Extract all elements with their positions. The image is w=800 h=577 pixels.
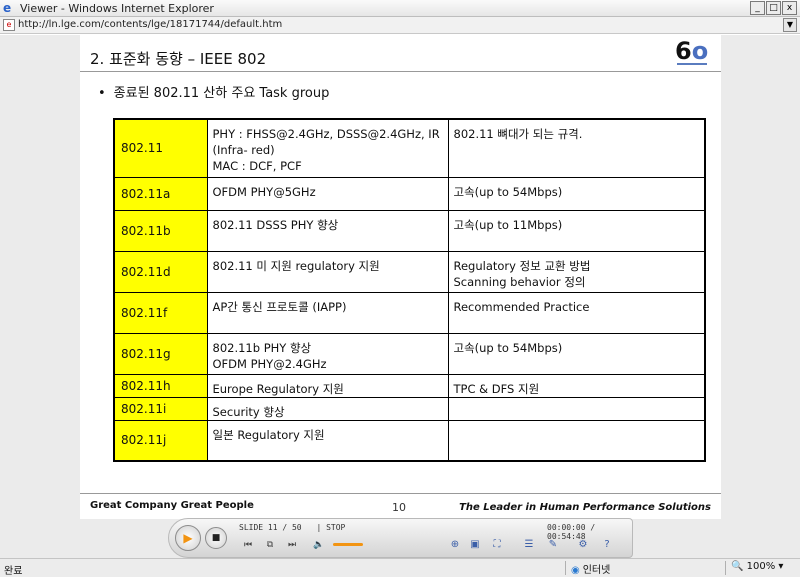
address-bar: e http://ln.lge.com/contents/lge/1817174… — [0, 17, 800, 34]
task-group-id: 802.11j — [113, 419, 208, 462]
task-group-id: 802.11a — [113, 176, 208, 211]
logo-text: 6 — [675, 37, 692, 65]
task-group-description — [447, 419, 706, 462]
bullet-icon: • — [98, 86, 106, 101]
status-bar: 완료 ◉ 인터넷 🔍 100% ▾ — [0, 558, 800, 577]
task-group-scope: PHY : FHSS@2.4GHz, DSSS@2.4GHz, IR (Infr… — [206, 118, 449, 178]
task-group-scope: 802.11 미 지원 regulatory 지원 — [206, 250, 449, 293]
address-dropdown-button[interactable]: ▼ — [783, 18, 797, 32]
maximize-button[interactable]: □ — [766, 1, 781, 15]
previous-slide-icon[interactable]: ⏮ — [239, 538, 257, 552]
window-controls: _ □ x — [750, 1, 797, 15]
task-group-description: 802.11 뼈대가 되는 규격. — [447, 118, 706, 178]
notes-icon[interactable]: ✎ — [545, 537, 561, 552]
table-row: 802.11d 802.11 미 지원 regulatory 지원 Regulato… — [113, 250, 706, 293]
page-icon: e — [3, 19, 15, 31]
player-state: | STOP — [316, 523, 346, 532]
zoom-label: 100% — [746, 561, 776, 572]
slide: 2. 표준화 동향 – IEEE 802 6o • 종료된 802.11 산하 주… — [80, 35, 721, 519]
logo-ring-icon: o — [691, 37, 709, 65]
task-group-id: 802.11h — [113, 373, 208, 398]
task-group-id: 802.11b — [113, 209, 208, 252]
fullscreen-icon[interactable]: ⛶ — [489, 537, 505, 552]
play-button[interactable]: ▶ — [175, 525, 201, 551]
close-button[interactable]: x — [782, 1, 797, 15]
table-row: 802.11b 802.11 DSSS PHY 향상 고속(up to 11Mbps… — [113, 209, 706, 252]
slide-list-icon[interactable]: ⧉ — [261, 538, 279, 552]
security-zone[interactable]: ◉ 인터넷 — [571, 561, 610, 576]
address-input[interactable]: http://ln.lge.com/contents/lge/18171744/… — [18, 18, 783, 32]
task-group-scope: Security 향상 — [206, 396, 449, 421]
status-separator — [725, 561, 726, 575]
footer-divider — [80, 493, 721, 494]
task-group-scope: 일본 Regulatory 지원 — [206, 419, 449, 462]
bullet-item: • 종료된 802.11 산하 주요 Task group — [98, 82, 329, 101]
task-group-description: Regulatory 정보 교환 방법 Scanning behavior 정의 — [447, 250, 706, 293]
page-content: 2. 표준화 동향 – IEEE 802 6o • 종료된 802.11 산하 주… — [0, 35, 800, 558]
zone-label: 인터넷 — [582, 565, 611, 576]
task-group-description: Recommended Practice — [447, 291, 706, 334]
stop-button[interactable]: ■ — [205, 527, 227, 549]
media-player: ▶ ■ SLIDE 11 / 50 | STOP 00:00:00 / 00:5… — [168, 518, 633, 558]
fit-screen-icon[interactable]: ▣ — [467, 537, 483, 552]
window-titlebar: e Viewer - Windows Internet Explorer _ □… — [0, 0, 800, 17]
task-group-id: 802.11d — [113, 250, 208, 293]
company-logo: 6o — [675, 39, 711, 67]
task-group-scope: Europe Regulatory 지원 — [206, 373, 449, 398]
task-group-description: TPC & DFS 지원 — [447, 373, 706, 398]
task-group-id: 802.11g — [113, 332, 208, 375]
chevron-down-icon: ▾ — [778, 561, 784, 572]
task-group-scope: OFDM PHY@5GHz — [206, 176, 449, 211]
table-row: 802.11g 802.11b PHY 향상 OFDM PHY@2.4GHz 고속(u… — [113, 332, 706, 375]
footer-tagline: The Leader in Human Performance Solution… — [459, 502, 711, 513]
task-group-description: 고속(up to 54Mbps) — [447, 332, 706, 375]
volume-slider[interactable] — [333, 543, 363, 546]
globe-icon: ◉ — [571, 565, 580, 576]
zoom-icon[interactable]: ⊕ — [447, 537, 463, 552]
task-group-table: 802.11 PHY : FHSS@2.4GHz, DSSS@2.4GHz, IR… — [113, 118, 706, 462]
slide-counter: SLIDE 11 / 50 — [239, 523, 302, 532]
help-icon[interactable]: ? — [599, 537, 615, 552]
outline-icon[interactable]: ☰ — [521, 537, 537, 552]
page-number: 10 — [392, 501, 406, 514]
table-row: 802.11f AP간 통신 프로토콜 (IAPP) Recommended Pra… — [113, 291, 706, 334]
internet-explorer-icon: e — [3, 0, 12, 15]
task-group-id: 802.11f — [113, 291, 208, 334]
task-group-scope: 802.11 DSSS PHY 향상 — [206, 209, 449, 252]
bullet-text: 종료된 802.11 산하 주요 Task group — [113, 86, 330, 101]
next-slide-icon[interactable]: ⏭ — [283, 538, 301, 552]
heading-divider — [80, 71, 721, 72]
status-text: 완료 — [4, 566, 23, 577]
minimize-button[interactable]: _ — [750, 1, 765, 15]
window-title: Viewer - Windows Internet Explorer — [20, 1, 214, 15]
table-row: 802.11h Europe Regulatory 지원 TPC & DFS 지원 — [113, 373, 706, 398]
task-group-scope: 802.11b PHY 향상 OFDM PHY@2.4GHz — [206, 332, 449, 375]
slide-heading: 2. 표준화 동향 – IEEE 802 — [90, 50, 267, 68]
status-separator — [565, 561, 566, 575]
table-row: 802.11i Security 향상 — [113, 396, 706, 421]
task-group-description — [447, 396, 706, 421]
table-row: 802.11j 일본 Regulatory 지원 — [113, 419, 706, 462]
task-group-id: 802.11i — [113, 396, 208, 421]
volume-icon[interactable]: 🔈 — [311, 538, 327, 552]
player-info: SLIDE 11 / 50 | STOP — [239, 523, 355, 532]
task-group-id: 802.11 — [113, 118, 208, 178]
logo-underline — [677, 63, 707, 65]
footer-slogan: Great Company Great People — [90, 500, 254, 511]
zoom-icon: 🔍 — [731, 561, 744, 572]
table-row: 802.11 PHY : FHSS@2.4GHz, DSSS@2.4GHz, IR… — [113, 118, 706, 178]
settings-icon[interactable]: ⚙ — [575, 537, 591, 552]
table-row: 802.11a OFDM PHY@5GHz 고속(up to 54Mbps) — [113, 176, 706, 211]
task-group-description: 고속(up to 11Mbps) — [447, 209, 706, 252]
zoom-level[interactable]: 🔍 100% ▾ — [731, 561, 783, 572]
task-group-description: 고속(up to 54Mbps) — [447, 176, 706, 211]
task-group-scope: AP간 통신 프로토콜 (IAPP) — [206, 291, 449, 334]
